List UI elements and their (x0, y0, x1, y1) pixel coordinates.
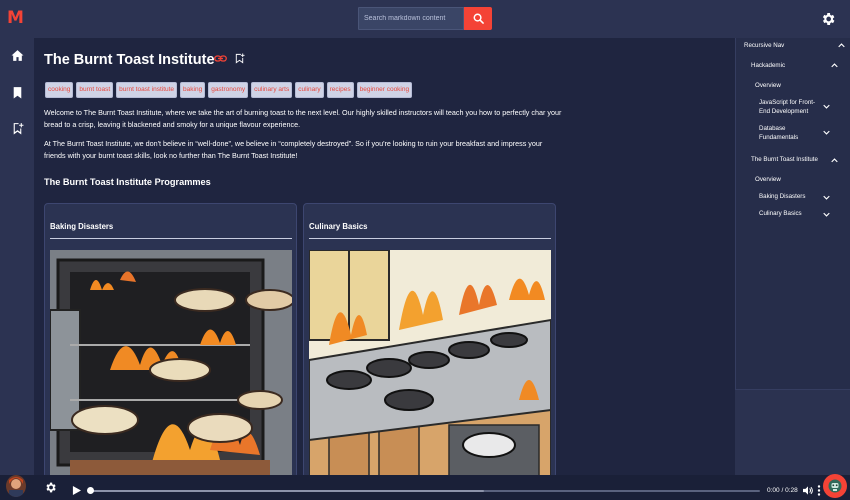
chevron-up-icon[interactable] (831, 158, 838, 163)
chevron-down-icon[interactable] (823, 212, 830, 217)
nav-item-recursive-nav[interactable]: Recursive Nav (744, 42, 784, 51)
intro-paragraph: Welcome to The Burnt Toast Institute, wh… (44, 108, 562, 129)
card-image (50, 250, 292, 475)
search-input[interactable] (358, 7, 464, 30)
gear-icon[interactable] (44, 481, 57, 494)
chevron-down-icon[interactable] (823, 195, 830, 200)
tag[interactable]: culinary (295, 82, 324, 98)
assistant-button[interactable] (823, 474, 847, 498)
main-content: The Burnt Toast Institute cooking burnt … (34, 38, 735, 475)
chevron-up-icon[interactable] (831, 63, 838, 68)
top-bar: M (0, 0, 850, 38)
card-divider (309, 238, 551, 239)
intro-paragraph: At The Burnt Toast Institute, we don't b… (44, 139, 543, 160)
app-logo[interactable]: M (7, 9, 24, 27)
volume-icon[interactable] (803, 486, 813, 495)
gear-icon[interactable] (820, 11, 836, 27)
card-image (309, 250, 551, 475)
search-button[interactable] (464, 7, 492, 30)
programme-card[interactable]: Culinary Basics (303, 203, 556, 475)
nav-item-overview[interactable]: Overview (755, 176, 781, 185)
nav-item-culinary-basics[interactable]: Culinary Basics (759, 210, 802, 219)
tag[interactable]: baking (180, 82, 206, 98)
bookmark-icon[interactable] (11, 86, 24, 99)
search-icon (473, 13, 484, 24)
card-divider (50, 238, 292, 239)
nav-item-burnt-toast[interactable]: The Burnt Toast Institute (751, 156, 818, 165)
robot-icon (828, 479, 842, 493)
time-display: 0:00 / 0:28 (767, 487, 798, 494)
nav-item-baking-disasters[interactable]: Baking Disasters (759, 193, 805, 202)
tag[interactable]: cooking (45, 82, 74, 98)
card-title: Culinary Basics (309, 222, 368, 231)
nav-item-overview[interactable]: Overview (755, 82, 781, 91)
avatar[interactable] (6, 475, 26, 497)
nav-item-db-fundamentals[interactable]: Database Fundamentals (759, 125, 815, 142)
card-title: Baking Disasters (50, 222, 114, 231)
page-title: The Burnt Toast Institute (44, 52, 215, 68)
programme-card[interactable]: Baking Disasters (44, 203, 297, 475)
bookmark-add-icon[interactable] (234, 52, 245, 65)
right-nav: Recursive Nav Hackademic Overview JavaSc… (735, 38, 850, 390)
section-title: The Burnt Toast Institute Programmes (44, 177, 211, 187)
play-icon[interactable] (72, 486, 81, 495)
chevron-down-icon[interactable] (823, 130, 830, 135)
progress-handle[interactable] (87, 487, 94, 494)
nav-item-js-frontend[interactable]: JavaScript for Front-End Development (759, 99, 821, 116)
chevron-down-icon[interactable] (823, 104, 830, 109)
tag[interactable]: burnt toast (76, 82, 114, 98)
nav-item-hackademic[interactable]: Hackademic (751, 62, 785, 71)
link-icon[interactable] (214, 54, 227, 63)
bookmark-add-icon[interactable] (11, 122, 24, 135)
tag-list: cooking burnt toast burnt toast institut… (45, 82, 413, 98)
chevron-up-icon[interactable] (838, 43, 845, 48)
tag[interactable]: recipes (326, 82, 354, 98)
tag[interactable]: burnt toast institute (116, 82, 178, 98)
home-icon[interactable] (11, 49, 24, 62)
tag[interactable]: beginner cooking (356, 82, 413, 98)
left-rail (0, 38, 34, 475)
more-vert-icon[interactable] (817, 485, 821, 496)
tag[interactable]: gastronomy (208, 82, 249, 98)
progress-buffered (88, 490, 485, 492)
tag[interactable]: culinary arts (251, 82, 293, 98)
media-player-bar (0, 475, 850, 500)
